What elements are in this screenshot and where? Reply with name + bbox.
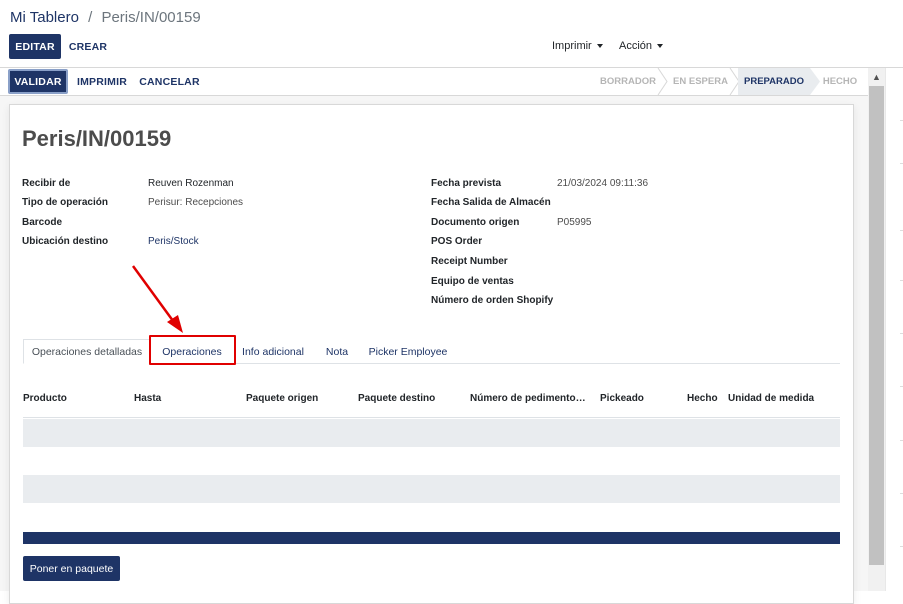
column-header-source-package[interactable]: Paquete origen [246,393,318,404]
caret-down-icon [657,44,664,49]
action-dropdown-label: Acción [619,40,653,52]
table-row [23,503,840,531]
field-label-operation-type: Tipo de operación [22,197,108,208]
column-header-to[interactable]: Hasta [134,393,161,404]
field-label-source-document: Documento origen [431,217,520,228]
field-value-partner[interactable]: Reuven Rozenman [148,178,234,189]
create-button[interactable]: CREAR [66,34,110,59]
table-row [23,447,840,475]
table-header-divider [23,417,840,418]
field-label-scheduled-date: Fecha prevista [431,178,502,189]
cancel-button[interactable]: CANCELAR [137,69,202,94]
form-statusbar: VALIDAR IMPRIMIR CANCELAR BORRADOR EN ES… [0,68,868,96]
breadcrumb-parent-link[interactable]: Mi Tablero [10,9,79,26]
column-header-done[interactable]: Hecho [687,393,718,404]
record-title: Peris/IN/00159 [22,126,172,151]
print-dropdown-label: Imprimir [552,40,592,52]
field-label-partner: Recibir de [22,178,71,189]
stage-draft[interactable]: BORRADOR [595,68,661,95]
breadcrumb-separator: / [88,9,93,26]
tab-detailed-operations[interactable]: Operaciones detalladas [23,339,151,364]
stage-ready[interactable]: PREPARADO [738,68,810,95]
tab-note[interactable]: Nota [320,339,354,364]
field-label-pos-order: POS Order [431,236,483,247]
field-label-receipt-number: Receipt Number [431,256,508,267]
field-value-source-document[interactable]: P05995 [557,217,591,228]
field-value-operation-type[interactable]: Perisur: Recepciones [148,197,243,208]
chatter-pane [885,68,903,591]
table-footer-bar [23,532,840,544]
tab-picker-employee[interactable]: Picker Employee [364,339,452,364]
control-panel: Mi Tablero / Peris/IN/00159 EDITAR CREAR… [0,0,903,68]
column-header-unit-of-measure[interactable]: Unidad de medida [728,393,814,404]
table-row [23,419,840,447]
print-button[interactable]: IMPRIMIR [74,69,130,94]
field-label-sales-team: Equipo de ventas [431,276,514,287]
stage-waiting[interactable]: EN ESPERA [668,68,733,95]
caret-down-icon [596,44,603,49]
scrollbar-thumb[interactable] [869,86,884,565]
column-header-picked[interactable]: Pickeado [600,393,644,404]
field-value-destination[interactable]: Peris/Stock [148,236,199,247]
column-header-destination-package[interactable]: Paquete destino [358,393,435,404]
validate-button[interactable]: VALIDAR [8,69,68,94]
field-label-warehouse-exit-date: Fecha Salida de Almacén [431,197,551,208]
column-header-pedimento-number[interactable]: Número de pedimento… [470,393,586,404]
stage-done[interactable]: HECHO [818,68,862,95]
annotation-highlight-box [149,335,236,365]
put-in-pack-button[interactable]: Poner en paquete [23,556,120,581]
field-value-scheduled-date[interactable]: 21/03/2024 09:11:36 [557,178,648,189]
scroll-up-arrow-icon[interactable]: ▲ [868,68,885,85]
edit-button[interactable]: EDITAR [9,34,61,59]
breadcrumb: Mi Tablero / Peris/IN/00159 [10,9,201,26]
action-dropdown[interactable]: Acción [619,40,664,52]
breadcrumb-current: Peris/IN/00159 [101,9,201,26]
tab-additional-info[interactable]: Info adicional [236,339,310,364]
table-row [23,475,840,503]
field-label-barcode: Barcode [22,217,63,228]
field-label-shopify-order: Número de orden Shopify [431,295,554,306]
field-label-destination: Ubicación destino [22,236,109,247]
print-dropdown[interactable]: Imprimir [552,40,603,52]
column-header-product[interactable]: Producto [23,393,67,404]
